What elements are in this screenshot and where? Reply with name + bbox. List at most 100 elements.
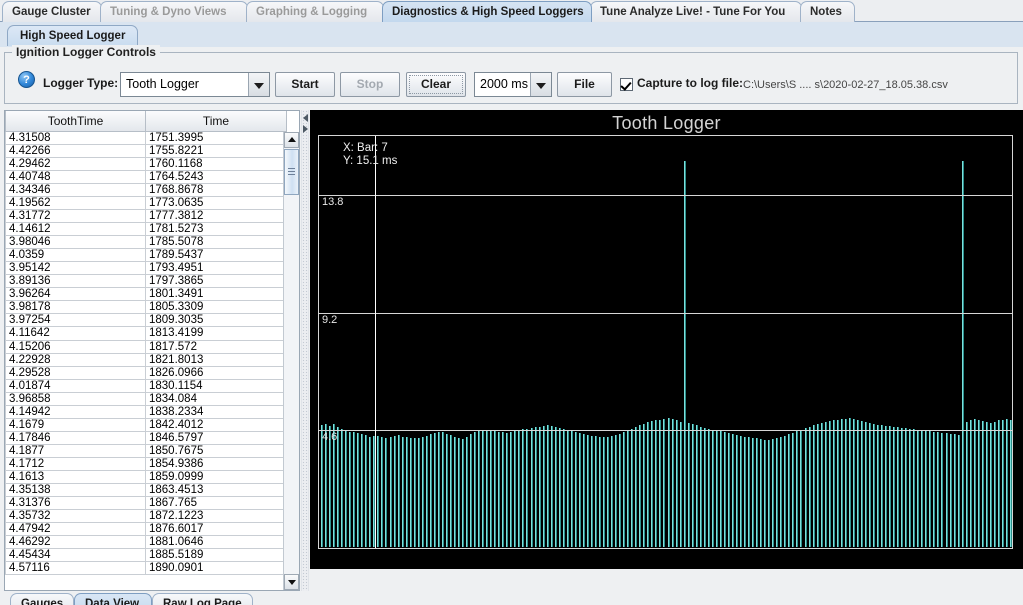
main-tab-gauge-cluster[interactable]: Gauge Cluster — [2, 1, 102, 22]
table-row[interactable]: 4.146121781.5273 — [6, 223, 287, 236]
bottom-tab-gauges[interactable]: Gauges — [10, 593, 74, 605]
cell-toothtime: 4.57116 — [6, 562, 146, 575]
table-row[interactable]: 4.116421813.4199 — [6, 327, 287, 340]
table-row[interactable]: 4.454341885.5189 — [6, 549, 287, 562]
main-tab-diagnostics-high-speed-loggers[interactable]: Diagnostics & High Speed Loggers — [382, 1, 592, 22]
interval-select[interactable]: 2000 ms — [474, 72, 552, 97]
column-header-toothtime[interactable]: ToothTime — [6, 111, 146, 132]
bottom-tab-raw-log-page[interactable]: Raw Log Page — [152, 593, 253, 605]
chart-bar — [805, 428, 807, 547]
cell-toothtime: 3.97254 — [6, 314, 146, 327]
logger-type-value: Tooth Logger — [121, 73, 248, 96]
table-row[interactable]: 4.315081751.3995 — [6, 132, 287, 145]
chart-bar — [643, 424, 645, 547]
chart-bar — [663, 419, 665, 547]
chart-bar — [531, 428, 533, 547]
table-row[interactable]: 4.462921881.0646 — [6, 535, 287, 548]
table-row[interactable]: 3.972541809.3035 — [6, 314, 287, 327]
table-row[interactable]: 4.479421876.6017 — [6, 522, 287, 535]
collapse-left-icon[interactable] — [303, 114, 308, 122]
chart-bar — [752, 438, 754, 547]
cell-time: 1846.5797 — [146, 431, 287, 444]
table-row[interactable]: 3.981781805.3309 — [6, 301, 287, 314]
main-tab-tune-analyze-live-tune-for-you[interactable]: Tune Analyze Live! - Tune For You — [590, 1, 802, 22]
table-row[interactable]: 4.178461846.5797 — [6, 431, 287, 444]
table-row[interactable]: 4.317721777.3812 — [6, 210, 287, 223]
chevron-down-icon[interactable] — [530, 73, 551, 96]
table-row[interactable]: 4.407481764.5243 — [6, 171, 287, 184]
split-pane-divider[interactable] — [301, 110, 309, 591]
table-row[interactable]: 3.968581834.084 — [6, 392, 287, 405]
file-button[interactable]: File — [557, 72, 612, 97]
table-row[interactable]: 4.295281826.0966 — [6, 366, 287, 379]
chart-bar — [422, 437, 424, 547]
chart-bar — [611, 436, 613, 547]
bottom-tab-data-view[interactable]: Data View — [74, 593, 152, 605]
table-row[interactable]: 4.357321872.1223 — [6, 509, 287, 522]
chart-bar — [688, 423, 690, 547]
scroll-down-button[interactable] — [284, 574, 299, 590]
sub-tab-high-speed-logger[interactable]: High Speed Logger — [7, 25, 138, 46]
chart-bar — [760, 439, 762, 547]
chart-bar — [825, 422, 827, 547]
table-row[interactable]: 4.343461768.8678 — [6, 184, 287, 197]
table-row[interactable]: 3.980461785.5078 — [6, 236, 287, 249]
column-header-time[interactable]: Time — [146, 111, 287, 132]
chart-bar — [434, 433, 436, 547]
chart-bar — [772, 439, 774, 547]
chart-plot-area[interactable]: 13.89.24.6 X: Bar: 7 Y: 15.1 ms — [318, 135, 1013, 549]
table-row[interactable]: 3.891361797.3865 — [6, 275, 287, 288]
table-row[interactable]: 4.149421838.2334 — [6, 405, 287, 418]
cell-time: 1838.2334 — [146, 405, 287, 418]
table-row[interactable]: 4.229281821.8013 — [6, 353, 287, 366]
table-row[interactable]: 4.351381863.4513 — [6, 483, 287, 496]
cell-toothtime: 3.98046 — [6, 236, 146, 249]
table-row[interactable]: 4.16791842.4012 — [6, 418, 287, 431]
chart-bar — [470, 434, 472, 547]
table-row[interactable]: 4.018741830.1154 — [6, 379, 287, 392]
cell-time: 1821.8013 — [146, 353, 287, 366]
table-row[interactable]: 4.571161890.0901 — [6, 562, 287, 575]
cell-time: 1781.5273 — [146, 223, 287, 236]
chart-bar — [506, 433, 508, 547]
clear-button[interactable]: Clear — [406, 72, 466, 97]
chevron-down-icon[interactable] — [248, 73, 269, 96]
chart-bar — [768, 440, 770, 547]
scroll-up-button[interactable] — [284, 132, 299, 148]
chart-bar — [712, 430, 714, 547]
chart-bar — [647, 422, 649, 547]
main-tab-graphing-logging[interactable]: Graphing & Logging — [246, 1, 384, 22]
start-button[interactable]: Start — [275, 72, 335, 97]
main-tab-tuning-dyno-views[interactable]: Tuning & Dyno Views — [100, 1, 248, 22]
chart-bar — [784, 436, 786, 547]
table-row[interactable]: 4.294621760.1168 — [6, 158, 287, 171]
cell-toothtime: 4.31772 — [6, 210, 146, 223]
table-row[interactable]: 3.951421793.4951 — [6, 262, 287, 275]
capture-to-log-file-checkbox[interactable] — [620, 78, 633, 91]
chart-bar — [792, 433, 794, 547]
logger-type-select[interactable]: Tooth Logger — [120, 72, 270, 97]
chart-bar — [954, 434, 956, 547]
chart-cursor-line[interactable] — [375, 136, 376, 548]
table-row[interactable]: 4.03591789.5437 — [6, 249, 287, 262]
scrollbar-thumb[interactable] — [284, 149, 299, 195]
chart-bar — [857, 420, 859, 547]
tooth-logger-chart[interactable]: Tooth Logger 13.89.24.6 X: Bar: 7 Y: 15.… — [310, 110, 1023, 569]
chart-bar — [1002, 420, 1004, 547]
cell-toothtime: 4.29462 — [6, 158, 146, 171]
table-row[interactable]: 3.962641801.3491 — [6, 288, 287, 301]
table-vertical-scrollbar[interactable] — [283, 132, 299, 590]
table-row[interactable]: 4.313761867.765 — [6, 496, 287, 509]
help-icon[interactable]: ? — [18, 71, 35, 88]
table-row[interactable]: 4.195621773.0635 — [6, 197, 287, 210]
table-row[interactable]: 4.17121854.9386 — [6, 457, 287, 470]
table-row[interactable]: 4.422661755.8221 — [6, 145, 287, 158]
chart-bar — [571, 431, 573, 547]
cell-toothtime: 4.29528 — [6, 366, 146, 379]
collapse-right-icon[interactable] — [303, 125, 308, 133]
table-row[interactable]: 4.16131859.0999 — [6, 470, 287, 483]
table-row[interactable]: 4.152061817.572 — [6, 340, 287, 353]
table-row[interactable]: 4.18771850.7675 — [6, 444, 287, 457]
chart-bar — [418, 438, 420, 547]
main-tab-notes[interactable]: Notes — [800, 1, 855, 22]
